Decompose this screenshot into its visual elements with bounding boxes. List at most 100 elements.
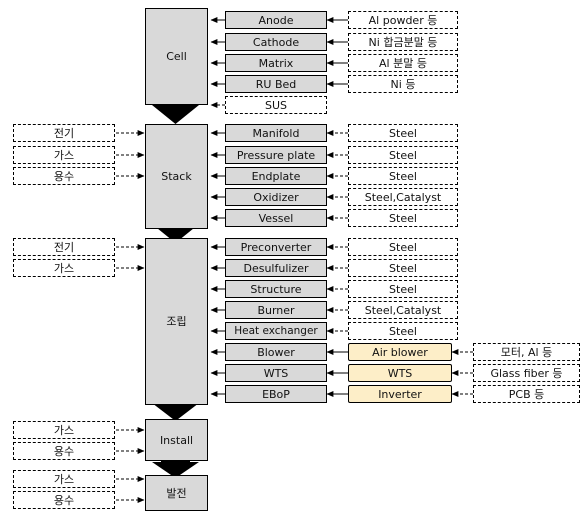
submaterial-glass-fiber[interactable]: Glass fiber 등 (473, 364, 580, 382)
material-label: Steel (389, 282, 417, 296)
stage-assembly-label: 조립 (166, 315, 187, 328)
component-label: Oxidizer (253, 190, 299, 204)
material-label: Ni 등 (390, 77, 416, 91)
utility-label: 전기 (53, 126, 75, 140)
component-label: Anode (258, 13, 294, 27)
diagram-canvas: Cell Stack 조립 Install 발전 Anode Cathode M… (0, 0, 587, 514)
utility-label: 용수 (53, 444, 75, 458)
utility-label: 가스 (53, 261, 75, 275)
component-ru-bed[interactable]: RU Bed (225, 75, 327, 93)
material-steel-desulfulizer[interactable]: Steel (348, 259, 458, 277)
material-steel-manifold[interactable]: Steel (348, 124, 458, 142)
component-endplate[interactable]: Endplate (225, 167, 327, 185)
component-cathode[interactable]: Cathode (225, 33, 327, 51)
material-steel-endplate[interactable]: Steel (348, 167, 458, 185)
stage-assembly[interactable]: 조립 (145, 238, 208, 405)
stage-cell[interactable]: Cell (145, 8, 208, 105)
submaterial-label: 모터, Al 등 (500, 345, 553, 359)
material-ni[interactable]: Ni 등 (348, 75, 458, 93)
component-pressure-plate[interactable]: Pressure plate (225, 146, 327, 164)
material-al-powder-2[interactable]: Al 분말 등 (348, 54, 458, 72)
utility-stack-electricity[interactable]: 전기 (13, 124, 115, 142)
component-label: Burner (257, 303, 295, 317)
material-steel-catalyst-oxidizer[interactable]: Steel,Catalyst (348, 188, 458, 206)
material-label: Al powder 등 (368, 13, 438, 27)
component-preconverter[interactable]: Preconverter (225, 238, 327, 256)
component-label: Pressure plate (236, 148, 316, 162)
component-burner[interactable]: Burner (225, 301, 327, 319)
stage-stack-label: Stack (161, 170, 192, 183)
utility-label: 가스 (53, 148, 75, 162)
utility-install-gas[interactable]: 가스 (13, 421, 115, 439)
component-oxidizer[interactable]: Oxidizer (225, 188, 327, 206)
utility-assembly-gas[interactable]: 가스 (13, 259, 115, 277)
component-label: Endplate (251, 169, 301, 183)
material-label: Steel (389, 261, 417, 275)
component-manifold[interactable]: Manifold (225, 124, 327, 142)
product-air-blower[interactable]: Air blower (348, 343, 452, 361)
component-label: Blower (257, 345, 295, 359)
component-desulfulizer[interactable]: Desulfulizer (225, 259, 327, 277)
material-label: Al 분말 등 (379, 56, 427, 70)
material-steel-vessel[interactable]: Steel (348, 209, 458, 227)
component-label: Desulfulizer (243, 261, 309, 275)
component-label: EBoP (262, 387, 290, 401)
material-steel-pressure-plate[interactable]: Steel (348, 146, 458, 164)
material-label: Steel (389, 169, 417, 183)
material-label: Steel (389, 324, 417, 338)
submaterial-pcb[interactable]: PCB 등 (473, 385, 580, 403)
component-wts[interactable]: WTS (225, 364, 327, 382)
material-label: Ni 합금분말 등 (368, 35, 438, 49)
utility-stack-water[interactable]: 용수 (13, 167, 115, 185)
utility-install-water[interactable]: 용수 (13, 442, 115, 460)
stage-power-generation[interactable]: 발전 (145, 475, 208, 511)
component-blower[interactable]: Blower (225, 343, 327, 361)
material-al-powder[interactable]: Al powder 등 (348, 11, 458, 29)
submaterial-motor-al[interactable]: 모터, Al 등 (473, 343, 580, 361)
component-label: Structure (250, 282, 302, 296)
material-steel-structure[interactable]: Steel (348, 280, 458, 298)
stage-power-label: 발전 (166, 486, 187, 500)
utility-power-gas[interactable]: 가스 (13, 470, 115, 488)
material-steel-catalyst-burner[interactable]: Steel,Catalyst (348, 301, 458, 319)
utility-label: 전기 (53, 240, 75, 254)
component-label: Matrix (258, 56, 294, 70)
material-label: Steel (389, 211, 417, 225)
material-label: Steel (389, 240, 417, 254)
product-label: WTS (387, 366, 413, 380)
component-label: WTS (263, 366, 289, 380)
material-label: Steel,Catalyst (364, 303, 442, 317)
component-label: Preconverter (240, 240, 312, 254)
stage-stack[interactable]: Stack (145, 124, 208, 229)
component-label: RU Bed (255, 77, 297, 91)
component-label: Cathode (252, 35, 300, 49)
submaterial-label: Glass fiber 등 (490, 366, 563, 380)
material-steel-heat-exchanger[interactable]: Steel (348, 322, 458, 340)
component-label: Manifold (252, 126, 300, 140)
component-label: Vessel (258, 211, 294, 225)
component-sus[interactable]: SUS (225, 96, 327, 114)
material-label: Steel (389, 148, 417, 162)
utility-label: 가스 (53, 472, 75, 486)
component-label: Heat exchanger (234, 324, 318, 337)
component-vessel[interactable]: Vessel (225, 209, 327, 227)
product-label: Inverter (378, 387, 422, 401)
utility-assembly-electricity[interactable]: 전기 (13, 238, 115, 256)
material-ni-alloy-powder[interactable]: Ni 합금분말 등 (348, 33, 458, 51)
component-heat-exchanger[interactable]: Heat exchanger (225, 322, 327, 340)
component-structure[interactable]: Structure (225, 280, 327, 298)
product-inverter[interactable]: Inverter (348, 385, 452, 403)
stage-cell-label: Cell (166, 50, 187, 63)
component-ebop[interactable]: EBoP (225, 385, 327, 403)
component-matrix[interactable]: Matrix (225, 54, 327, 72)
utility-stack-gas[interactable]: 가스 (13, 146, 115, 164)
material-steel-preconverter[interactable]: Steel (348, 238, 458, 256)
component-anode[interactable]: Anode (225, 11, 327, 29)
material-label: Steel (389, 126, 417, 140)
stage-install[interactable]: Install (145, 419, 208, 461)
utility-power-water[interactable]: 용수 (13, 491, 115, 509)
product-wts[interactable]: WTS (348, 364, 452, 382)
utility-label: 용수 (53, 169, 75, 183)
material-label: Steel,Catalyst (364, 190, 442, 204)
utility-label: 가스 (53, 423, 75, 437)
